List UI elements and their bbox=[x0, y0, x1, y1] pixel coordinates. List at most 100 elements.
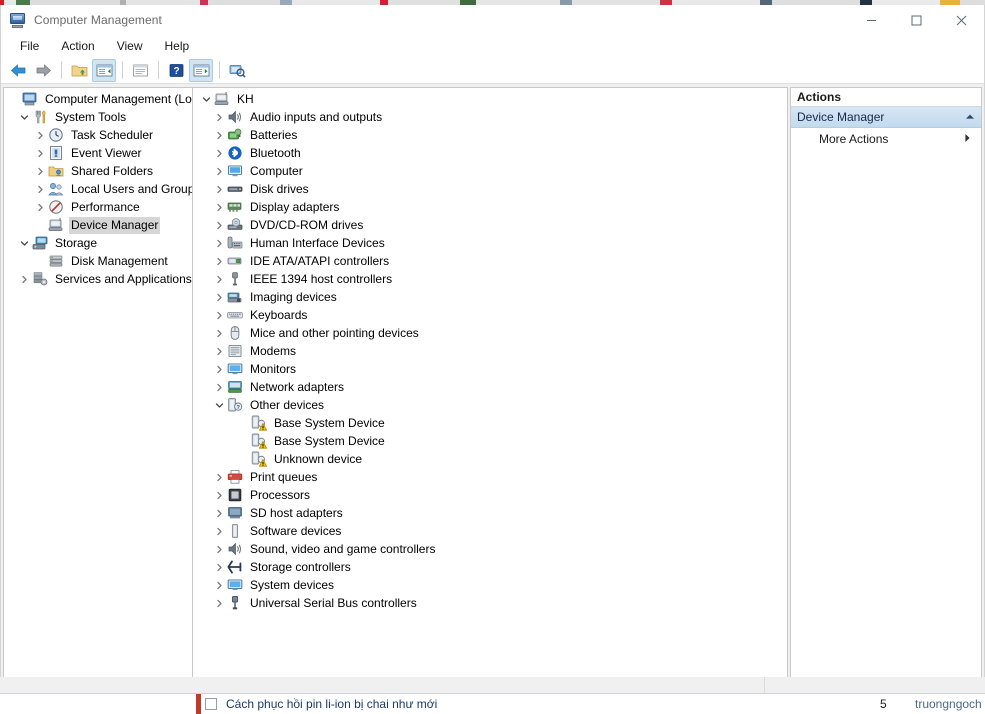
device-tree-item-sound-video-and-game-controllers[interactable]: Sound, video and game controllers bbox=[193, 540, 787, 558]
device-tree-item-modems[interactable]: Modems bbox=[193, 342, 787, 360]
console-tree-item-event-viewer[interactable]: Event Viewer bbox=[4, 144, 192, 162]
console-tree-item-computer-management[interactable]: Computer Management (Local bbox=[4, 90, 192, 108]
chevron-right-icon[interactable] bbox=[211, 504, 227, 522]
help-button[interactable]: ? bbox=[164, 59, 188, 82]
chevron-right-icon[interactable] bbox=[211, 180, 227, 198]
chevron-right-icon[interactable] bbox=[32, 180, 48, 198]
device-tree-item-display-adapters[interactable]: Display adapters bbox=[193, 198, 787, 216]
console-tree-item-shared-folders[interactable]: Shared Folders bbox=[4, 162, 192, 180]
chevron-right-icon[interactable] bbox=[211, 216, 227, 234]
device-tree-item-software-devices[interactable]: Software devices bbox=[193, 522, 787, 540]
chevron-up-icon[interactable] bbox=[965, 112, 975, 122]
actions-group-device-manager[interactable]: Device Manager bbox=[791, 107, 981, 128]
menu-view[interactable]: View bbox=[106, 36, 154, 56]
chevron-right-icon[interactable] bbox=[211, 108, 227, 126]
device-tree-pane[interactable]: KH Audio inputs and outputs Batteries Bl… bbox=[193, 87, 788, 695]
chevron-right-icon[interactable] bbox=[32, 144, 48, 162]
chevron-down-icon[interactable] bbox=[16, 108, 32, 126]
console-tree-item-system-tools[interactable]: System Tools bbox=[4, 108, 192, 126]
device-tree-item-other-devices[interactable]: ? Other devices bbox=[193, 396, 787, 414]
console-tree-item-services-and-applications[interactable]: Services and Applications bbox=[4, 270, 192, 288]
device-tree-item-storage-controllers[interactable]: Storage controllers bbox=[193, 558, 787, 576]
device-tree-item-sd-host-adapters[interactable]: SD host adapters bbox=[193, 504, 787, 522]
device-tree-item-universal-serial-bus-controllers[interactable]: Universal Serial Bus controllers bbox=[193, 594, 787, 612]
console-tree-item-disk-management[interactable]: Disk Management bbox=[4, 252, 192, 270]
actions-item-more-actions[interactable]: More Actions bbox=[791, 128, 981, 150]
console-tree-item-device-manager[interactable]: Device Manager bbox=[4, 216, 192, 234]
chevron-right-icon[interactable] bbox=[211, 198, 227, 216]
forward-button[interactable] bbox=[31, 59, 55, 82]
chevron-right-icon[interactable] bbox=[211, 252, 227, 270]
device-tree-item-unknown-device[interactable]: Unknown device bbox=[193, 450, 787, 468]
chevron-right-icon[interactable] bbox=[211, 594, 227, 612]
console-tree-item-local-users-and-groups[interactable]: Local Users and Groups bbox=[4, 180, 192, 198]
chevron-right-icon[interactable] bbox=[211, 522, 227, 540]
keyboard-icon bbox=[227, 307, 243, 323]
chevron-right-icon[interactable] bbox=[211, 540, 227, 558]
device-tree-item-human-interface-devices[interactable]: Human Interface Devices bbox=[193, 234, 787, 252]
device-tree-item-keyboards[interactable]: Keyboards bbox=[193, 306, 787, 324]
minimize-button[interactable] bbox=[849, 5, 894, 35]
device-tree-item-audio-inputs-and-outputs[interactable]: Audio inputs and outputs bbox=[193, 108, 787, 126]
chevron-right-icon[interactable] bbox=[211, 486, 227, 504]
chevron-right-icon[interactable] bbox=[211, 468, 227, 486]
chevron-right-icon[interactable] bbox=[211, 306, 227, 324]
chevron-right-icon[interactable] bbox=[32, 162, 48, 180]
close-button[interactable] bbox=[939, 5, 984, 35]
chevron-right-icon[interactable] bbox=[211, 126, 227, 144]
chevron-right-icon[interactable] bbox=[211, 288, 227, 306]
device-tree-item-network-adapters[interactable]: Network adapters bbox=[193, 378, 787, 396]
chevron-right-icon[interactable] bbox=[211, 270, 227, 288]
storage-icon bbox=[32, 235, 48, 251]
show-hide-console-tree-button[interactable] bbox=[92, 58, 116, 82]
ide-controller-icon bbox=[227, 253, 243, 269]
chevron-right-icon[interactable] bbox=[211, 576, 227, 594]
device-tree-label: Sound, video and game controllers bbox=[250, 541, 436, 556]
device-tree-item-dvd-cdrom-drives[interactable]: DVD/CD-ROM drives bbox=[193, 216, 787, 234]
up-folder-button[interactable] bbox=[67, 59, 91, 82]
menu-action[interactable]: Action bbox=[50, 36, 105, 56]
device-tree-item-ide-ata-atapi-controllers[interactable]: IDE ATA/ATAPI controllers bbox=[193, 252, 787, 270]
chevron-right-icon[interactable] bbox=[211, 234, 227, 252]
chevron-right-icon[interactable] bbox=[211, 558, 227, 576]
device-tree-item-print-queues[interactable]: Print queues bbox=[193, 468, 787, 486]
chevron-right-icon[interactable] bbox=[32, 198, 48, 216]
maximize-button[interactable] bbox=[894, 5, 939, 35]
back-button[interactable] bbox=[6, 59, 30, 82]
device-tree-item-batteries[interactable]: Batteries bbox=[193, 126, 787, 144]
chevron-down-icon[interactable] bbox=[211, 396, 227, 414]
menu-help[interactable]: Help bbox=[154, 36, 201, 56]
console-tree-item-task-scheduler[interactable]: Task Scheduler bbox=[4, 126, 192, 144]
chevron-down-icon[interactable] bbox=[198, 90, 214, 108]
device-tree-item-processors[interactable]: Processors bbox=[193, 486, 787, 504]
device-tree-item-disk-drives[interactable]: Disk drives bbox=[193, 180, 787, 198]
chevron-down-icon[interactable] bbox=[16, 234, 32, 252]
chevron-right-icon[interactable] bbox=[211, 144, 227, 162]
device-tree-item-base-system-device[interactable]: Base System Device bbox=[193, 432, 787, 450]
device-tree-item-imaging-devices[interactable]: Imaging devices bbox=[193, 288, 787, 306]
scan-hardware-changes-button[interactable] bbox=[225, 59, 249, 82]
chevron-right-icon[interactable] bbox=[211, 162, 227, 180]
device-tree-item-bluetooth[interactable]: Bluetooth bbox=[193, 144, 787, 162]
row-checkbox[interactable] bbox=[205, 698, 217, 710]
device-tree-item-mice-and-other-pointing-devices[interactable]: Mice and other pointing devices bbox=[193, 324, 787, 342]
chevron-right-icon[interactable] bbox=[211, 378, 227, 396]
device-tree-item-base-system-device[interactable]: Base System Device bbox=[193, 414, 787, 432]
chevron-right-icon[interactable] bbox=[32, 126, 48, 144]
device-tree-item-system-devices[interactable]: System devices bbox=[193, 576, 787, 594]
chevron-right-icon[interactable] bbox=[211, 342, 227, 360]
properties-button[interactable] bbox=[128, 59, 152, 82]
chevron-right-icon[interactable] bbox=[16, 270, 32, 288]
device-tree-label: Unknown device bbox=[274, 451, 363, 466]
device-tree-item-kh[interactable]: KH bbox=[193, 90, 787, 108]
console-tree-item-storage[interactable]: Storage bbox=[4, 234, 192, 252]
menu-file[interactable]: File bbox=[9, 36, 50, 56]
device-tree-item-computer[interactable]: Computer bbox=[193, 162, 787, 180]
chevron-right-icon[interactable] bbox=[211, 360, 227, 378]
device-tree-item-ieee-1394-host-controllers[interactable]: IEEE 1394 host controllers bbox=[193, 270, 787, 288]
show-hide-action-pane-button[interactable] bbox=[189, 58, 213, 82]
console-tree-item-performance[interactable]: Performance bbox=[4, 198, 192, 216]
chevron-right-icon[interactable] bbox=[211, 324, 227, 342]
console-tree[interactable]: Computer Management (Local System Tools … bbox=[4, 88, 192, 677]
device-tree-item-monitors[interactable]: Monitors bbox=[193, 360, 787, 378]
